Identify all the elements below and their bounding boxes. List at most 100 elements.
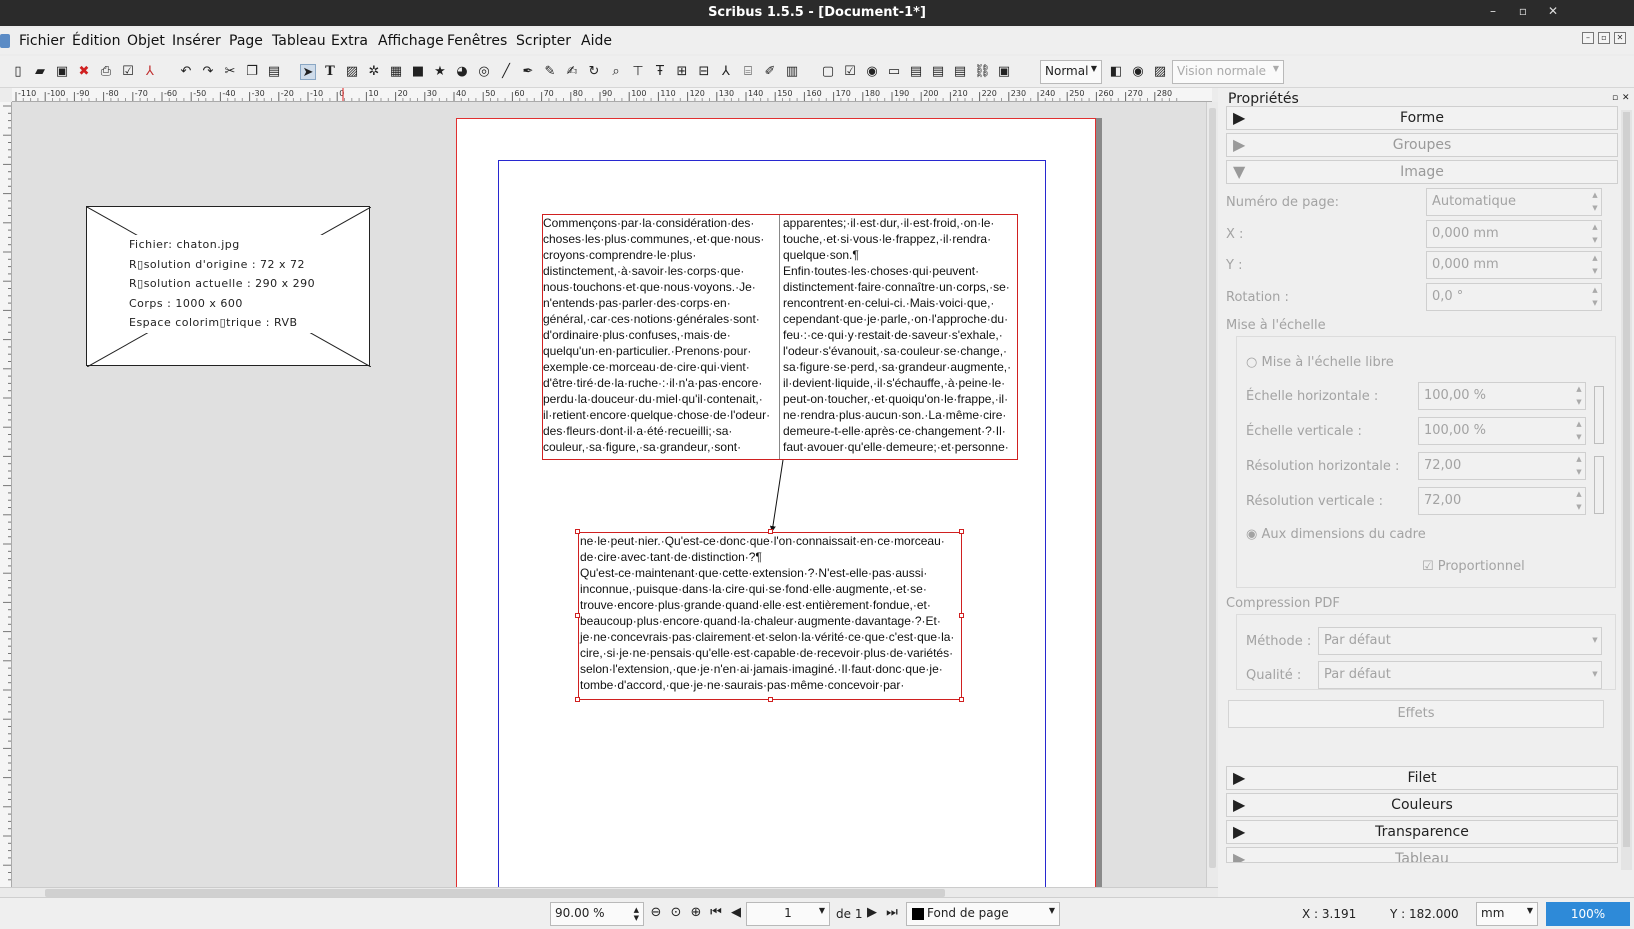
pdf-listbox-icon[interactable]: ▤	[930, 64, 946, 80]
arc-tool-icon[interactable]: ◕	[454, 64, 470, 80]
zoom-out-icon[interactable]: ⊖	[648, 905, 664, 921]
redo-icon[interactable]: ↷	[200, 64, 216, 80]
image-frame-tool-icon[interactable]: ▨	[344, 64, 360, 80]
x-field[interactable]: 0,000 mm ▲ ▼	[1426, 220, 1602, 248]
polygon-tool-icon[interactable]: ★	[432, 64, 448, 80]
pdf-text-annotation-icon[interactable]: ▣	[996, 64, 1012, 80]
render-frame-tool-icon[interactable]: ✲	[366, 64, 382, 80]
scale-chain-link-icon[interactable]	[1594, 386, 1604, 444]
pdf-textfield-icon[interactable]: ▭	[886, 64, 902, 80]
section-image[interactable]: ▼ Image	[1226, 160, 1618, 184]
link-frames-icon[interactable]: ⊞	[674, 64, 690, 80]
barcode-icon[interactable]: ▥	[784, 64, 800, 80]
unit-select[interactable]: mm ▼	[1476, 902, 1538, 926]
page-field[interactable]: 1 ▼	[746, 902, 830, 926]
line-tool-icon[interactable]: ╱	[498, 64, 514, 80]
pdf-combobox-icon[interactable]: ▤	[908, 64, 924, 80]
resize-handle[interactable]	[959, 529, 964, 534]
menu-aide[interactable]: Aide	[581, 33, 612, 49]
resize-handle[interactable]	[575, 697, 580, 702]
y-field[interactable]: 0,000 mm ▲ ▼	[1426, 251, 1602, 279]
menu-fenetres[interactable]: Fenêtres	[447, 33, 507, 49]
print-icon[interactable]: ⎙	[98, 64, 114, 80]
quality-select[interactable]: Par défaut ▼	[1318, 661, 1602, 689]
vertical-scroll-thumb[interactable]	[1209, 108, 1216, 868]
rotate-tool-icon[interactable]: ↻	[586, 64, 602, 80]
undo-icon[interactable]: ↶	[178, 64, 194, 80]
doc-close-icon[interactable]: ✕	[1614, 32, 1626, 44]
document-canvas[interactable]: Fichier: chaton.jpg R▯solution d'origine…	[12, 102, 1206, 887]
resize-handle[interactable]	[768, 529, 773, 534]
resize-handle[interactable]	[575, 613, 580, 618]
resolution-chain-link-icon[interactable]	[1594, 456, 1604, 514]
section-forme[interactable]: ▶ Forme	[1226, 106, 1618, 130]
menu-page[interactable]: Page	[229, 33, 263, 49]
panel-close-icon[interactable]: ✕	[1622, 93, 1630, 103]
preview-eye-icon[interactable]: ◉	[1130, 64, 1146, 80]
shape-tool-icon[interactable]: ■	[410, 64, 426, 80]
calligraphic-tool-icon[interactable]: ✍	[564, 64, 580, 80]
export-pdf-icon[interactable]: ⅄	[142, 64, 158, 80]
color-management-icon[interactable]: ◧	[1108, 64, 1124, 80]
pdf-annotation-icon[interactable]: ▤	[952, 64, 968, 80]
measure-tool-icon[interactable]: ⅄	[718, 64, 734, 80]
proportional-checkbox[interactable]: ☑ Proportionnel	[1422, 559, 1525, 574]
resize-handle[interactable]	[768, 697, 773, 702]
menu-scripter[interactable]: Scripter	[516, 33, 571, 49]
previous-page-icon[interactable]: ◀	[728, 905, 744, 921]
save-icon[interactable]: ▣	[54, 64, 70, 80]
menu-edition[interactable]: Édition	[72, 33, 120, 49]
unlink-frames-icon[interactable]: ⊟	[696, 64, 712, 80]
panel-scroll-thumb[interactable]	[1623, 112, 1630, 847]
preflight-icon[interactable]: ☑	[120, 64, 136, 80]
menu-tableau[interactable]: Tableau	[272, 33, 326, 49]
menu-fichier[interactable]: Fichier	[19, 33, 65, 49]
v-scale-field[interactable]: 100,00 % ▲ ▼	[1418, 417, 1586, 445]
h-res-field[interactable]: 72,00 ▲ ▼	[1418, 452, 1586, 480]
edit-text-icon[interactable]: Ŧ	[652, 64, 668, 80]
copy-icon[interactable]: ❐	[244, 64, 260, 80]
frame-size-radio[interactable]: ◉ Aux dimensions du cadre	[1246, 527, 1426, 542]
bezier-tool-icon[interactable]: ✒	[520, 64, 536, 80]
new-document-icon[interactable]: ▯	[10, 64, 26, 80]
last-page-icon[interactable]: ⏭	[884, 905, 900, 921]
doc-minimize-icon[interactable]: –	[1582, 32, 1594, 44]
section-filet[interactable]: ▶ Filet	[1226, 766, 1618, 790]
zoom-100-icon[interactable]: ⊙	[668, 905, 684, 921]
panel-scrollbar[interactable]	[1621, 110, 1632, 870]
section-groupes[interactable]: ▶ Groupes	[1226, 133, 1618, 157]
minimize-button[interactable]: –	[1484, 4, 1502, 18]
menu-inserer[interactable]: Insérer	[172, 33, 221, 49]
method-select[interactable]: Par défaut ▼	[1318, 627, 1602, 655]
spiral-tool-icon[interactable]: ◎	[476, 64, 492, 80]
layer-select[interactable]: Fond de page ▼	[906, 902, 1060, 926]
resize-handle[interactable]	[575, 529, 580, 534]
eyedropper-icon[interactable]: ✐	[762, 64, 778, 80]
freehand-tool-icon[interactable]: ✎	[542, 64, 558, 80]
vertical-ruler[interactable]	[0, 102, 12, 887]
free-scaling-radio[interactable]: ○ Mise à l'échelle libre	[1246, 355, 1394, 370]
close-window-button[interactable]: ✕	[1544, 4, 1562, 18]
close-document-icon[interactable]: ✖	[76, 64, 92, 80]
cut-icon[interactable]: ✂	[222, 64, 238, 80]
doc-restore-icon[interactable]: ▫	[1598, 32, 1610, 44]
section-couleurs[interactable]: ▶ Couleurs	[1226, 793, 1618, 817]
page-number-field[interactable]: Automatique ▲ ▼	[1426, 188, 1602, 216]
select-tool-icon[interactable]: ➤	[300, 64, 316, 80]
horizontal-scroll-thumb[interactable]	[45, 889, 945, 897]
horizontal-ruler[interactable]: -110 -100 -90 -80 -70 -60 -50 -40 -30 -20 -10 0 10 20…	[12, 88, 1212, 102]
pdf-button-icon[interactable]: ▢	[820, 64, 836, 80]
rotation-field[interactable]: 0,0 ° ▲ ▼	[1426, 283, 1602, 311]
v-res-field[interactable]: 72,00 ▲ ▼	[1418, 487, 1586, 515]
menu-objet[interactable]: Objet	[127, 33, 165, 49]
next-page-icon[interactable]: ▶	[864, 905, 880, 921]
pdf-radio-icon[interactable]: ◉	[864, 64, 880, 80]
section-transparence[interactable]: ▶ Transparence	[1226, 820, 1618, 844]
vision-select[interactable]: Vision normale ▼	[1172, 60, 1284, 84]
menu-affichage[interactable]: Affichage	[378, 33, 444, 49]
effects-button[interactable]: Effets	[1228, 700, 1604, 728]
section-tableau[interactable]: ▶ Tableau	[1226, 847, 1618, 863]
text-frame-2[interactable]: ne·le·peut·nier.·Qu'est-ce·donc·que·l'on…	[578, 532, 962, 700]
pdf-link-icon[interactable]: ⛓	[974, 64, 991, 80]
mode-select[interactable]: Normal ▼	[1040, 60, 1102, 84]
